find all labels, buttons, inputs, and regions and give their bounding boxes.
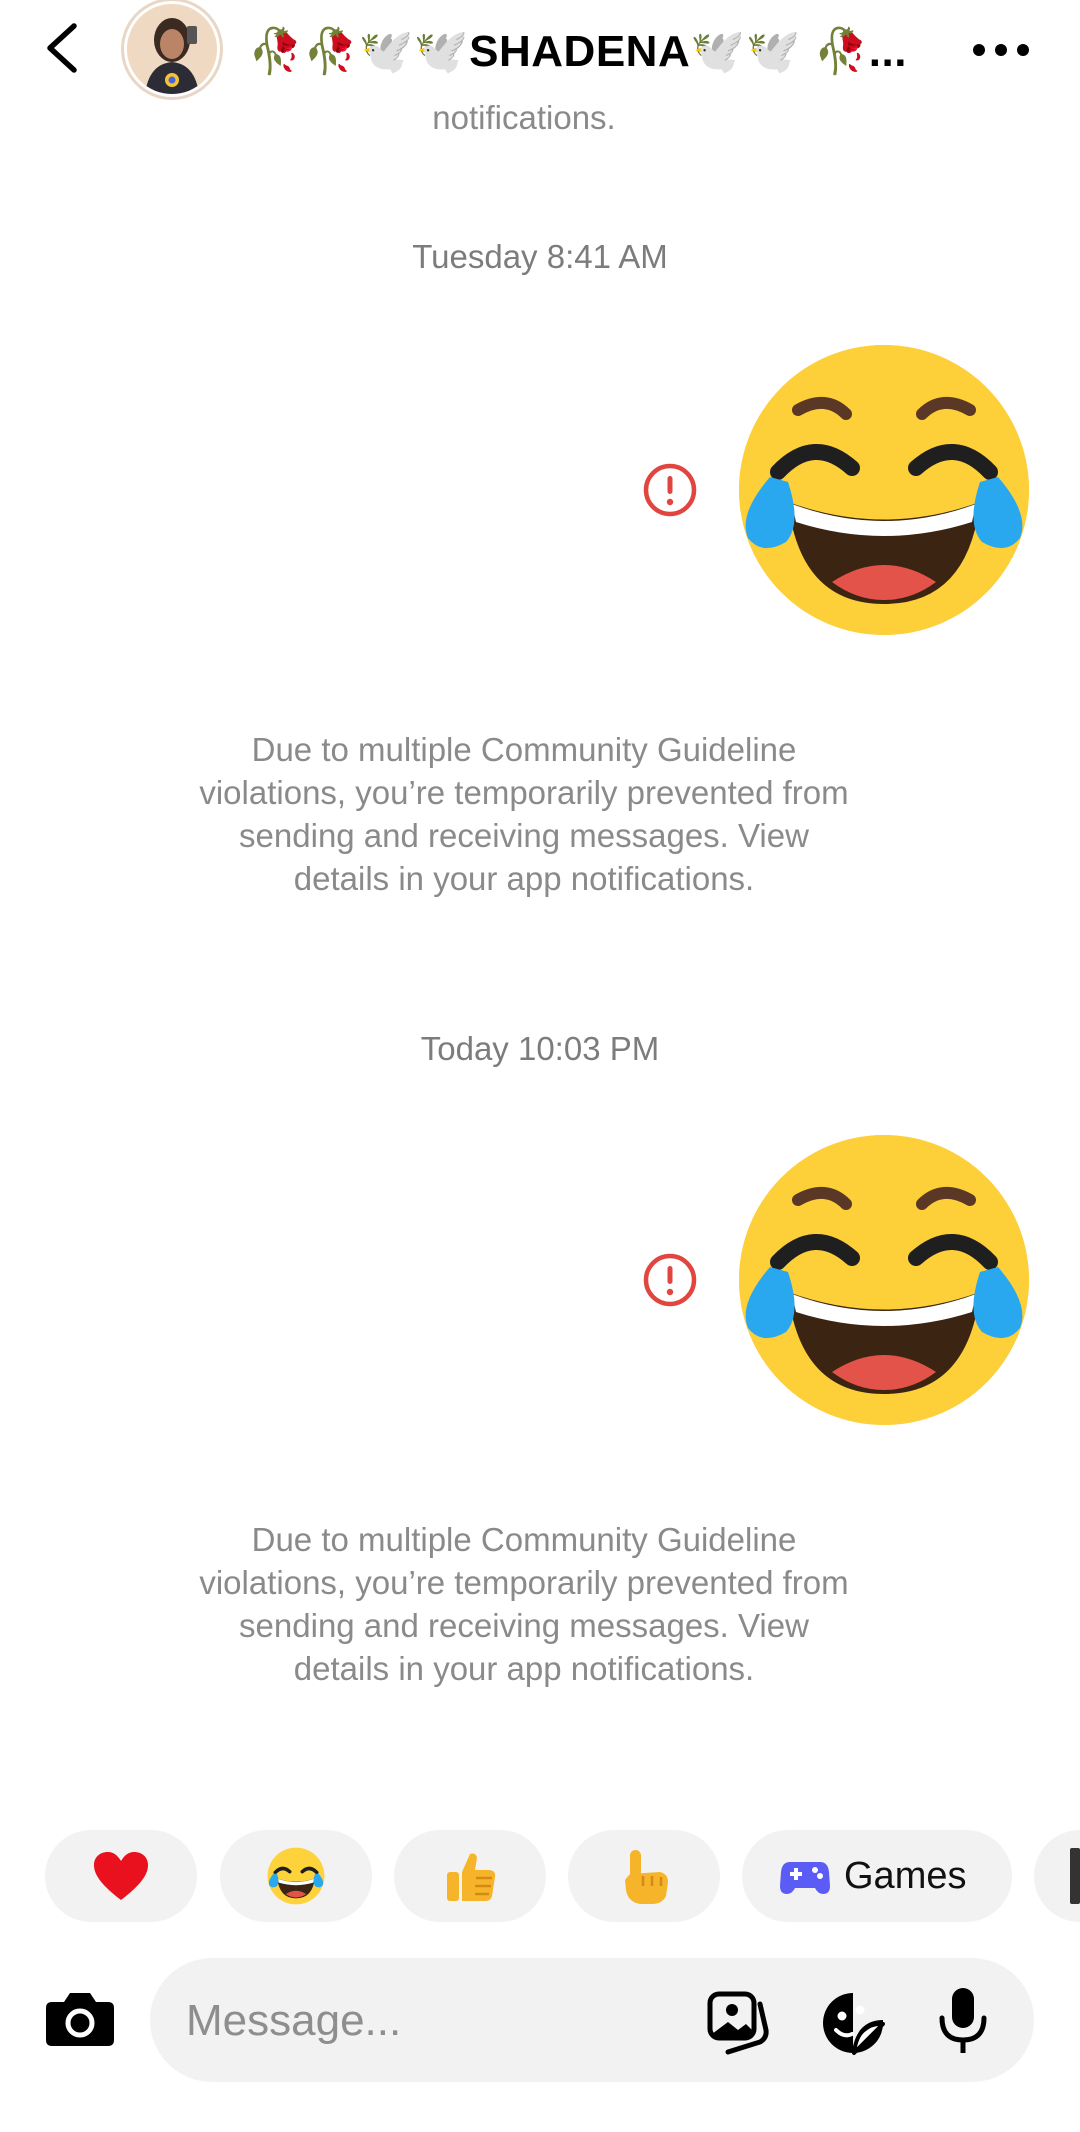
timestamp: Tuesday 8:41 AM <box>412 238 668 275</box>
reaction-heart-button[interactable] <box>45 1830 197 1922</box>
camera-icon <box>46 1993 114 2046</box>
microphone-button[interactable] <box>936 1986 990 2056</box>
more-reactions-chip[interactable] <box>1034 1830 1080 1922</box>
guideline-violation-notice: Due to multiple Community Guideline viol… <box>199 1521 849 1687</box>
face-with-tears-of-joy-icon <box>739 345 1029 635</box>
message-failed-icon[interactable] <box>642 462 698 518</box>
emoji-message[interactable] <box>736 342 1032 638</box>
message-thread[interactable]: notifications. Tuesday 8:41 AM Due to mu… <box>0 0 1080 1820</box>
face-with-tears-of-joy-icon <box>267 1847 325 1905</box>
guideline-violation-notice: Due to multiple Community Guideline viol… <box>199 731 849 897</box>
games-button[interactable]: Games <box>742 1830 1012 1922</box>
pointing-hand-icon <box>625 1850 668 1904</box>
games-label: Games <box>844 1854 967 1897</box>
chevron-left-icon <box>47 23 77 73</box>
more-dot-icon <box>973 44 985 56</box>
gamepad-icon <box>780 1862 830 1894</box>
microphone-icon <box>939 1988 987 2053</box>
more-options-button[interactable] <box>968 26 1034 70</box>
gallery-icon <box>707 1991 769 2055</box>
gallery-button[interactable] <box>706 1990 772 2056</box>
chat-header: 🥀🥀🕊️🕊️SHADENA🕊️🕊️ 🥀... <box>0 0 1080 105</box>
back-button[interactable] <box>38 20 88 76</box>
message-input[interactable] <box>184 1990 668 2052</box>
camera-button[interactable] <box>44 1988 116 2050</box>
more-dot-icon <box>1017 44 1029 56</box>
emoji-message[interactable] <box>736 1132 1032 1428</box>
sticker-icon <box>823 1993 885 2055</box>
quick-reactions-bar: Games <box>0 1830 1080 1922</box>
more-dot-icon <box>995 44 1007 56</box>
reaction-thumbs-up-button[interactable] <box>394 1830 546 1922</box>
partial-icon <box>1070 1848 1080 1904</box>
message-composer <box>150 1958 1034 2082</box>
timestamp: Today 10:03 PM <box>420 1030 660 1067</box>
avatar[interactable] <box>127 4 217 94</box>
reaction-pointing-button[interactable] <box>568 1830 720 1922</box>
thumbs-up-icon <box>447 1853 496 1901</box>
heart-icon <box>94 1852 148 1900</box>
contact-name[interactable]: 🥀🥀🕊️🕊️SHADENA🕊️🕊️ 🥀... <box>248 22 928 82</box>
sticker-button[interactable] <box>820 1990 886 2056</box>
face-with-tears-of-joy-icon <box>739 1135 1029 1425</box>
reaction-laughing-button[interactable] <box>220 1830 372 1922</box>
message-failed-icon[interactable] <box>642 1252 698 1308</box>
